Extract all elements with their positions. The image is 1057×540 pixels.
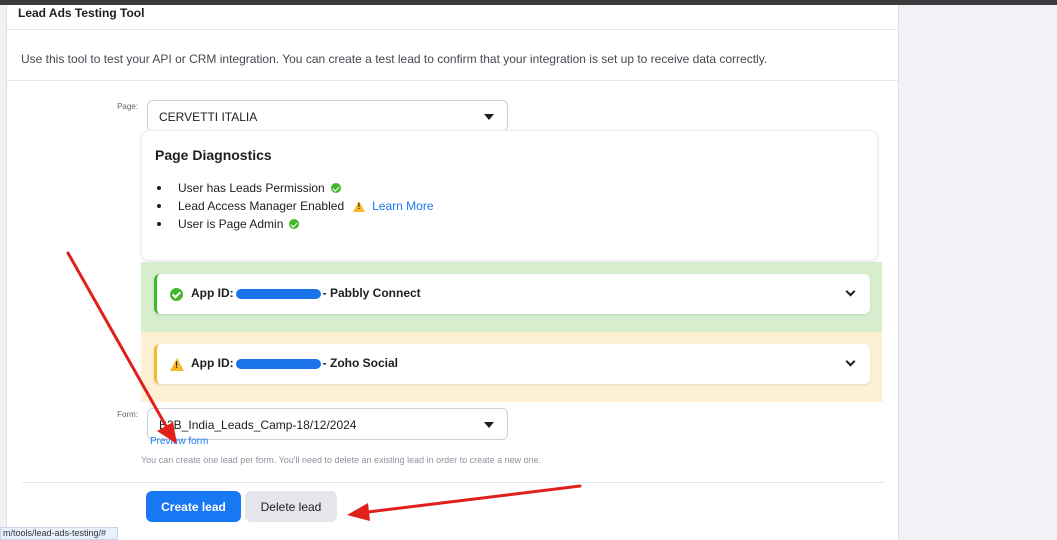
app-id-label: App ID: (191, 356, 234, 370)
caret-down-icon (484, 114, 494, 120)
chevron-down-icon (845, 356, 856, 367)
bullet-icon (157, 186, 161, 190)
app-name: - Zoho Social (322, 356, 398, 370)
form-label: Form: (117, 410, 138, 419)
app-row-text: App ID: - Zoho Social (191, 356, 398, 370)
bullet-icon (157, 222, 161, 226)
app-row-warning-band: App ID: - Zoho Social (141, 332, 882, 402)
right-side-panel (898, 5, 1057, 540)
browser-status-url: m/tools/lead-ads-testing/# (0, 527, 118, 540)
learn-more-link[interactable]: Learn More (372, 199, 433, 213)
check-circle-icon (330, 183, 341, 193)
form-select-value: B2B_India_Leads_Camp-18/12/2024 (159, 418, 357, 432)
redaction-scribble (235, 358, 321, 369)
create-lead-button[interactable]: Create lead (146, 491, 241, 522)
divider (22, 482, 884, 483)
diagnostic-text: User is Page Admin (178, 217, 284, 231)
warning-icon (353, 200, 366, 212)
divider (7, 29, 899, 30)
app-accordion-pabbly[interactable]: App ID: - Pabbly Connect (154, 274, 870, 314)
card-description: Use this tool to test your API or CRM in… (21, 52, 768, 66)
preview-form-link[interactable]: Preview form (150, 436, 208, 447)
delete-lead-button[interactable]: Delete lead (245, 491, 337, 522)
diagnostic-item: User has Leads Permission (155, 179, 434, 197)
redaction-scribble (235, 288, 321, 299)
form-hint-text: You can create one lead per form. You'll… (141, 455, 542, 465)
diagnostic-text: Lead Access Manager Enabled (178, 199, 345, 213)
app-row-success-band: App ID: - Pabbly Connect (141, 262, 882, 332)
app-id-label: App ID: (191, 286, 234, 300)
app-row-text: App ID: - Pabbly Connect (191, 286, 421, 300)
page-select-value: CERVETTI ITALIA (159, 110, 258, 124)
warning-icon (170, 358, 184, 371)
check-circle-icon (289, 219, 300, 229)
diagnostics-title: Page Diagnostics (155, 147, 272, 163)
chevron-down-icon (845, 286, 856, 297)
diagnostic-item: User is Page Admin (155, 215, 434, 233)
divider (7, 80, 899, 81)
bullet-icon (157, 204, 161, 208)
diagnostic-item: Lead Access Manager Enabled Learn More (155, 197, 434, 215)
page-label: Page: (117, 102, 138, 111)
app-name: - Pabbly Connect (322, 286, 421, 300)
page-diagnostics-panel: Page Diagnostics User has Leads Permissi… (141, 130, 878, 261)
card-title: Lead Ads Testing Tool (18, 6, 145, 20)
diagnostics-list: User has Leads Permission Lead Access Ma… (155, 179, 434, 233)
caret-down-icon (484, 422, 494, 428)
page-select[interactable]: CERVETTI ITALIA (147, 100, 508, 132)
app-accordion-zoho[interactable]: App ID: - Zoho Social (154, 344, 870, 384)
check-circle-icon (170, 288, 183, 301)
diagnostic-text: User has Leads Permission (178, 181, 325, 195)
